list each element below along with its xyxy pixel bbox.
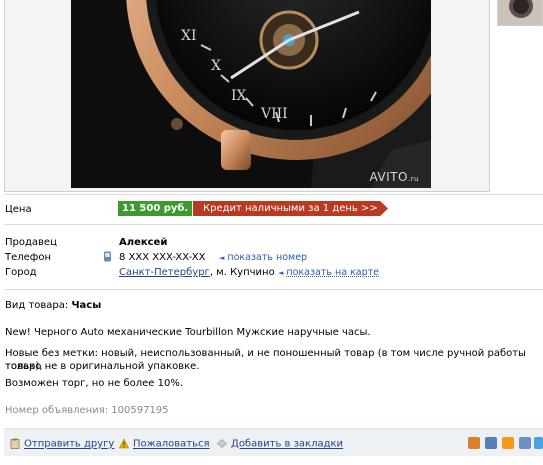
vk-share-icon[interactable]	[485, 437, 497, 449]
triangle-left-icon: ◄	[219, 254, 225, 262]
phone-label: Телефон	[5, 252, 52, 263]
svg-text:VIII: VIII	[260, 106, 288, 122]
divider	[4, 194, 543, 195]
phone-icon	[104, 251, 111, 262]
category-row: Вид товара: Часы	[5, 300, 101, 311]
price-label: Цена	[5, 204, 32, 215]
city-link[interactable]: Санкт-Петербург	[119, 267, 210, 278]
thumbnail-image	[498, 0, 542, 25]
complain-link[interactable]: Пожаловаться	[133, 439, 210, 450]
seller-name: Алексей	[119, 237, 168, 248]
twitter-share-icon[interactable]	[534, 437, 543, 449]
ad-number: Номер объявления: 100597195	[5, 405, 169, 416]
category-label: Вид товара:	[5, 300, 72, 311]
avito-watermark: AVITO.ru	[369, 170, 419, 184]
watch-image: XI X IX VIII	[71, 0, 431, 188]
seller-label: Продавец	[5, 237, 57, 248]
city-value: Санкт-Петербург, м. Купчино	[119, 267, 275, 278]
credit-button[interactable]: Кредит наличными за 1 день >>	[193, 201, 388, 216]
bookmark-link[interactable]: Добавить в закладки	[231, 439, 343, 450]
photo-thumbnail[interactable]	[497, 0, 543, 26]
price-badge: 11 500 руб.	[118, 201, 193, 216]
description-line-1: New! Черного Auto механические Tourbillo…	[5, 327, 371, 338]
complain-action[interactable]: Пожаловаться	[119, 438, 210, 450]
phone-number: 8 XXX XXX-XX-XX	[119, 252, 206, 263]
city-label: Город	[5, 267, 37, 278]
svg-text:X: X	[211, 58, 221, 74]
footer-actions: Отправить другу Пожаловаться Добавить в …	[4, 428, 543, 456]
svg-text:IX: IX	[231, 88, 247, 104]
show-phone-text[interactable]: показать номер	[227, 252, 307, 263]
divider	[4, 224, 543, 225]
clipboard-icon	[10, 438, 20, 449]
send-friend-link[interactable]: Отправить другу	[24, 439, 114, 450]
divider	[4, 289, 543, 290]
description-line-2b: только не в оригинальной упаковке.	[5, 361, 200, 372]
photo-frame: XI X IX VIII AVITO.ru	[4, 0, 490, 192]
livejournal-share-icon[interactable]	[519, 437, 531, 449]
warning-icon	[119, 438, 129, 449]
svg-text:XI: XI	[181, 28, 197, 44]
district-text: , м. Купчино	[209, 267, 275, 278]
triangle-left-icon: ◄	[278, 269, 284, 277]
show-map-text[interactable]: показать на карте	[286, 267, 379, 278]
bookmark-action[interactable]: Добавить в закладки	[217, 438, 343, 450]
show-phone-link[interactable]: ◄ показать номер	[219, 252, 307, 263]
odnoklassniki-share-icon[interactable]	[502, 437, 514, 449]
bookmark-icon	[217, 439, 227, 448]
show-map-link[interactable]: ◄ показать на карте	[278, 267, 379, 278]
mail-share-icon[interactable]	[468, 437, 480, 449]
send-friend-action[interactable]: Отправить другу	[10, 438, 114, 450]
description-line-3: Возможен торг, но не более 10%.	[5, 378, 184, 389]
product-photo[interactable]: XI X IX VIII AVITO.ru	[71, 0, 431, 188]
category-value: Часы	[71, 300, 102, 311]
